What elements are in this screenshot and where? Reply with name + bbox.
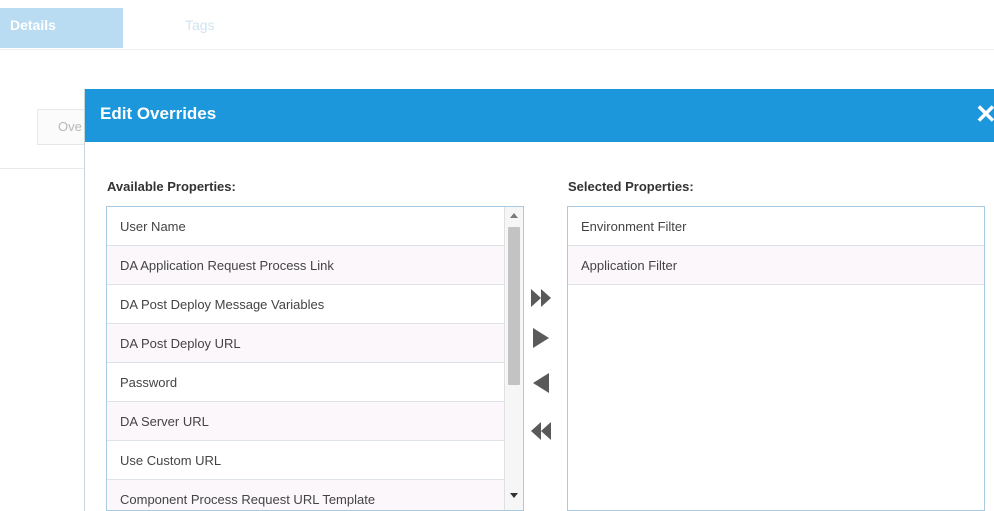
close-icon[interactable]: ✕ (975, 100, 994, 128)
scroll-up-icon[interactable] (510, 213, 518, 218)
background-field-text: Ove (58, 119, 82, 134)
list-item[interactable]: DA Application Request Process Link (107, 246, 505, 285)
tab-tags[interactable]: Tags (185, 8, 265, 48)
list-item[interactable]: Application Filter (568, 246, 984, 285)
double-right-arrow-icon (531, 289, 551, 307)
page: Details Tags Ove Edit Overrides ✕ Availa… (0, 0, 994, 511)
list-item[interactable]: DA Server URL (107, 402, 505, 441)
right-arrow-icon (533, 328, 549, 348)
selected-properties-label: Selected Properties: (568, 179, 694, 194)
available-properties-label: Available Properties: (107, 179, 236, 194)
left-arrow-icon (533, 373, 549, 393)
remove-button[interactable] (529, 370, 559, 396)
list-item[interactable]: Component Process Request URL Template (107, 480, 505, 510)
tab-details[interactable]: Details (0, 8, 123, 48)
edit-overrides-dialog: Edit Overrides ✕ Available Properties: S… (84, 89, 994, 511)
list-item[interactable]: DA Post Deploy Message Variables (107, 285, 505, 324)
list-item[interactable]: Environment Filter (568, 207, 984, 246)
available-properties-list[interactable]: User Name DA Application Request Process … (106, 206, 524, 511)
list-item[interactable]: Use Custom URL (107, 441, 505, 480)
dialog-header: Edit Overrides ✕ (85, 89, 994, 142)
double-left-arrow-icon (531, 422, 551, 440)
add-button[interactable] (529, 325, 559, 351)
list-item[interactable]: User Name (107, 207, 505, 246)
list-item[interactable]: Password (107, 363, 505, 402)
background-divider (0, 168, 84, 169)
selected-properties-list[interactable]: Environment Filter Application Filter (567, 206, 985, 511)
scroll-thumb[interactable] (508, 227, 520, 385)
scrollbar[interactable] (504, 207, 523, 510)
list-item[interactable]: DA Post Deploy URL (107, 324, 505, 363)
dialog-title: Edit Overrides (100, 104, 217, 123)
add-all-button[interactable] (529, 285, 559, 311)
scroll-down-icon[interactable] (510, 493, 518, 498)
remove-all-button[interactable] (529, 418, 559, 444)
tab-bar: Details Tags (0, 0, 994, 50)
